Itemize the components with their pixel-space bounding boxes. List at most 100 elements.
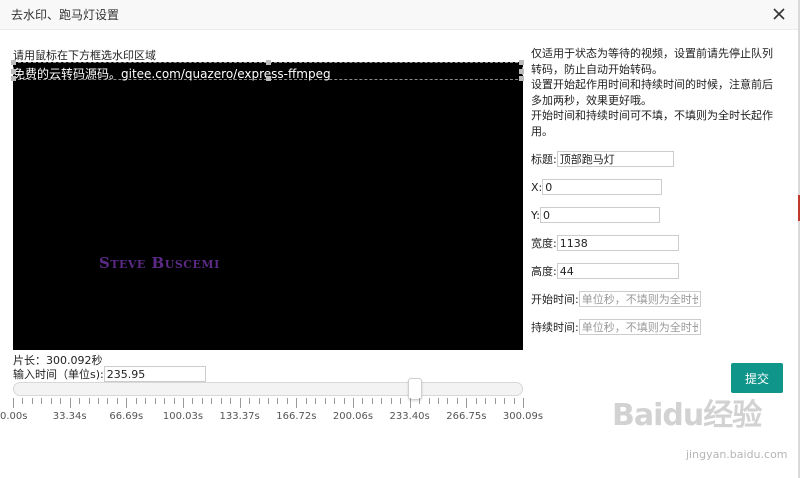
- start-time-input[interactable]: [578, 291, 701, 307]
- y-field: Y:: [531, 207, 660, 223]
- ruler-tick: [343, 398, 345, 404]
- ruler-tick: [296, 398, 298, 408]
- ruler-tick: [183, 398, 184, 408]
- resize-handle-top[interactable]: [266, 60, 271, 65]
- duration-field: 持续时间:: [531, 319, 701, 335]
- ruler-tick: [173, 398, 175, 404]
- height-label: 高度:: [531, 265, 557, 278]
- resize-handle-bottom[interactable]: [266, 76, 271, 81]
- instruction-line: 开始时间和持续时间可不填，不填则为全时长起作用。: [531, 109, 773, 138]
- ruler-tick-label: 66.69s: [109, 411, 144, 422]
- ruler-tick: [164, 398, 166, 404]
- ruler-tick: [286, 398, 288, 404]
- ruler-tick: [50, 398, 52, 404]
- ruler-tick: [192, 398, 194, 404]
- ruler-tick-label: 266.75s: [446, 411, 487, 422]
- watermark-selection-box[interactable]: [11, 60, 524, 81]
- ruler-tick: [220, 398, 222, 404]
- ruler-tick: [249, 398, 251, 404]
- ruler-tick: [13, 398, 14, 408]
- selection-hint: 请用鼠标在下方框选水印区域: [13, 49, 156, 62]
- ruler-tick-label: 166.72s: [276, 411, 317, 422]
- resize-handle-right[interactable]: [519, 69, 524, 74]
- ruler-tick-label: 100.03s: [162, 411, 204, 422]
- title-field: 标题:: [531, 151, 674, 167]
- ruler-tick: [88, 398, 90, 404]
- dialog-title: 去水印、跑马灯设置: [11, 8, 120, 22]
- title-input[interactable]: [556, 151, 674, 167]
- time-ruler: [13, 398, 524, 410]
- ruler-tick: [69, 398, 71, 408]
- resize-handle-top-left[interactable]: [11, 60, 16, 65]
- ruler-tick: [22, 398, 24, 404]
- y-label: Y:: [531, 208, 540, 222]
- time-input-row: 输入时间（单位s):: [13, 366, 206, 382]
- ruler-tick: [126, 398, 128, 408]
- time-input[interactable]: [103, 366, 206, 382]
- resize-handle-left[interactable]: [11, 69, 16, 74]
- ruler-tick-label: 0.00s: [0, 411, 28, 422]
- duration-input[interactable]: [578, 319, 701, 335]
- ruler-tick: [305, 398, 307, 404]
- baidu-jingyan-url: jingyan.baidu.com: [686, 448, 788, 461]
- ruler-tick: [324, 398, 326, 404]
- ruler-tick: [31, 398, 33, 404]
- ruler-tick: [485, 398, 487, 404]
- height-field: 高度:: [531, 263, 679, 279]
- ruler-tick: [41, 398, 43, 404]
- ruler-tick: [428, 398, 430, 404]
- ruler-tick: [201, 398, 203, 404]
- instructions: 仅适用于状态为等待的视频，设置前请先停止队列转码，防止自动开始转码。 设置开始起…: [531, 46, 781, 139]
- ruler-tick: [60, 398, 62, 404]
- ruler-tick-label: 300.09s: [502, 411, 544, 422]
- width-field: 宽度:: [531, 235, 679, 251]
- time-slider[interactable]: [13, 378, 523, 400]
- ruler-tick: [145, 398, 147, 404]
- x-input[interactable]: [542, 179, 663, 195]
- baidu-jingyan-watermark: Baidu经验 jingyan.baidu.com: [612, 390, 797, 476]
- ruler-tick: [475, 398, 477, 404]
- ruler-tick: [409, 398, 411, 408]
- resize-handle-top-right[interactable]: [519, 60, 524, 65]
- ruler-tick: [353, 398, 354, 408]
- ruler-tick: [334, 398, 336, 404]
- close-button[interactable]: [770, 5, 788, 23]
- resize-handle-bottom-left[interactable]: [11, 76, 16, 81]
- ruler-tick: [79, 398, 81, 404]
- submit-button[interactable]: 提交: [731, 363, 783, 393]
- title-label: 标题:: [531, 153, 557, 166]
- start-time-label: 开始时间:: [531, 293, 579, 306]
- ruler-tick: [466, 398, 468, 408]
- ruler-tick: [211, 398, 213, 404]
- height-input[interactable]: [556, 263, 679, 279]
- ruler-tick: [135, 398, 137, 404]
- x-label: X:: [531, 180, 543, 194]
- ruler-tick: [400, 398, 402, 404]
- duration-label: 持续时间:: [531, 321, 579, 334]
- instruction-line: 设置开始起作用时间和持续时间的时候，注意前后多加两秒，效果更好哦。: [531, 78, 773, 107]
- ruler-tick: [98, 398, 99, 404]
- ruler-tick: [116, 398, 118, 404]
- ruler-tick: [504, 398, 506, 404]
- ruler-tick: [456, 398, 458, 404]
- ruler-tick: [419, 398, 421, 404]
- ruler-tick: [494, 398, 496, 404]
- ruler-tick: [371, 398, 373, 404]
- x-field: X:: [531, 179, 663, 195]
- ruler-tick: [268, 398, 269, 404]
- time-slider-thumb[interactable]: [407, 378, 422, 400]
- ruler-tick: [154, 398, 156, 404]
- width-label: 宽度:: [531, 237, 557, 250]
- start-time-field: 开始时间:: [531, 291, 701, 307]
- ruler-tick: [438, 398, 439, 404]
- ruler-tick: [523, 398, 524, 408]
- width-input[interactable]: [556, 235, 679, 251]
- close-icon: [773, 8, 785, 20]
- ruler-tick: [381, 398, 383, 404]
- title-bar: 去水印、跑马灯设置: [0, 0, 798, 30]
- ruler-tick-label: 133.37s: [219, 411, 260, 422]
- ruler-tick-label: 200.06s: [332, 411, 374, 422]
- resize-handle-bottom-right[interactable]: [519, 76, 524, 81]
- video-preview[interactable]: 免费的云转码源码。gitee.com/quazero/express-ffmpe…: [11, 60, 524, 350]
- y-input[interactable]: [539, 207, 660, 223]
